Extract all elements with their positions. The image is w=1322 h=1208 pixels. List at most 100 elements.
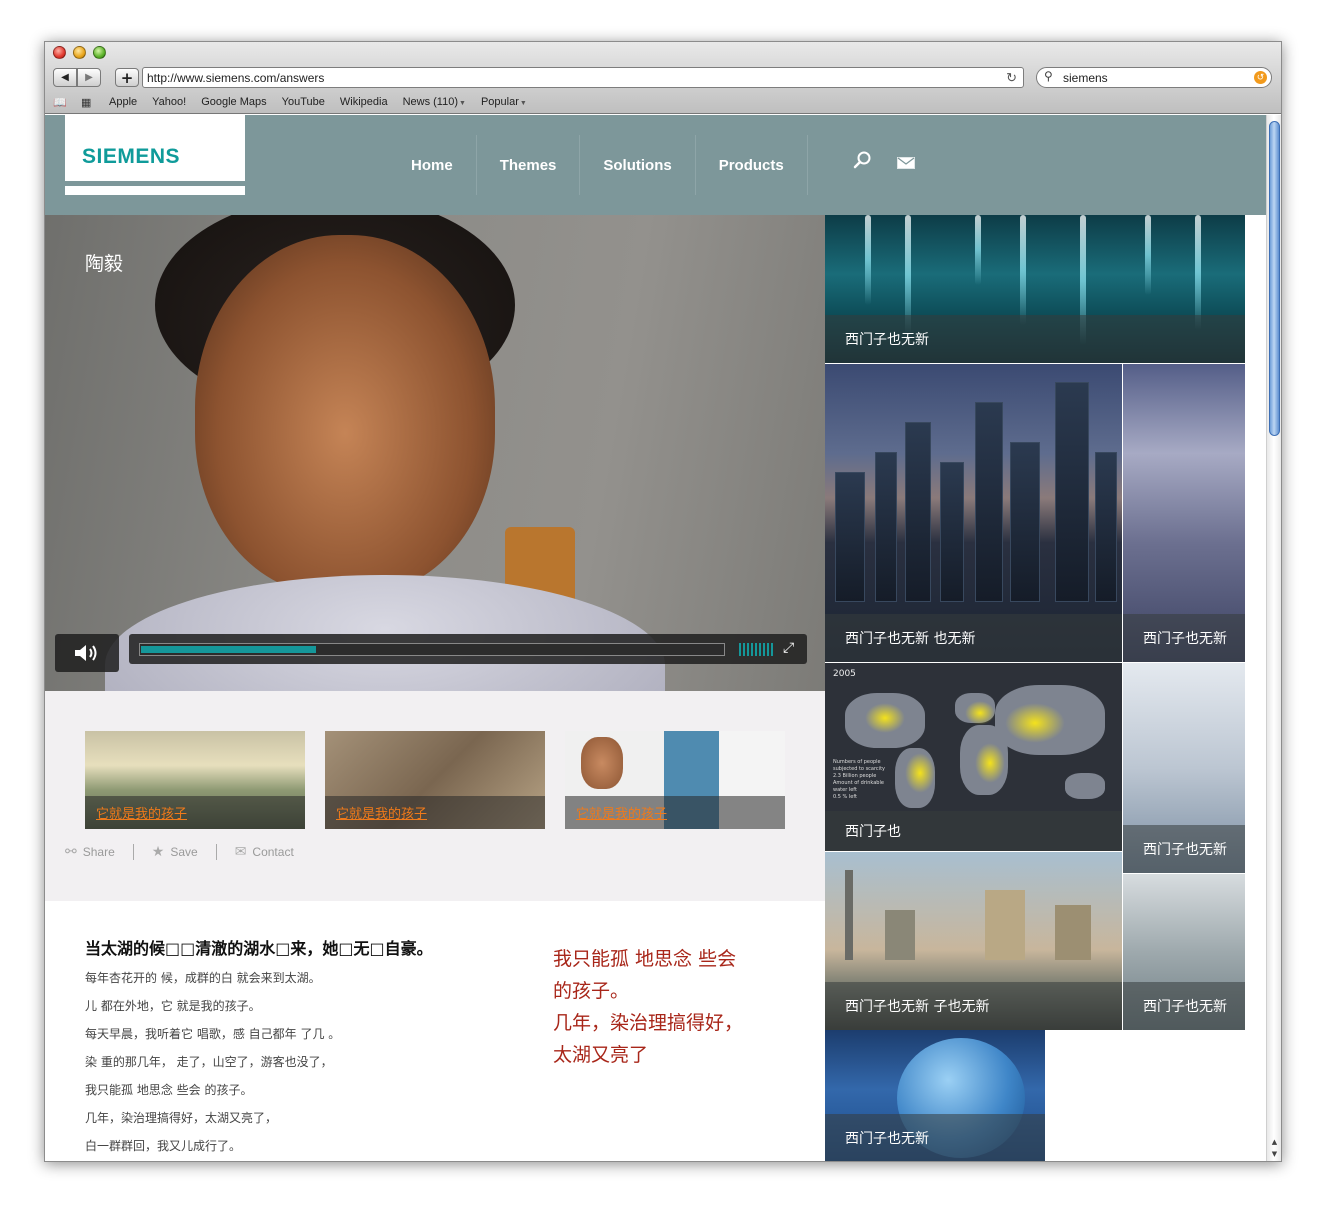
tile-singapore-skyline[interactable]: 西门子也无新 也无新 — [825, 364, 1122, 662]
quote-line: 太湖又亮了 — [553, 1044, 649, 1066]
water-drop — [975, 215, 981, 285]
hero-title: 陶毅 — [85, 253, 124, 275]
share-button[interactable]: ⚯ Share — [65, 843, 115, 860]
browser-window: ◀ ▶ + http://www.siemens.com/answers ↻ ⚲… — [44, 41, 1282, 1162]
article-line: 我只能孤 地思念 些会 的孩子。 — [85, 1083, 253, 1097]
bookmarks-bar: 📖 ▦ Apple Yahoo! Google Maps YouTube Wik… — [53, 93, 542, 111]
volume-level-indicator[interactable] — [739, 643, 773, 656]
search-field[interactable]: ⚲ siemens ↺ — [1036, 67, 1272, 88]
fullscreen-icon[interactable]: ⤢ — [783, 640, 794, 656]
star-icon: ★ — [151, 843, 165, 859]
progress-track[interactable] — [139, 643, 725, 656]
building — [1010, 442, 1040, 602]
map-year: 2005 — [833, 669, 856, 679]
legend-line: 2.3 Billion people — [833, 773, 877, 779]
portrait-shirt — [105, 575, 665, 691]
tile-label: 西门子也无新 — [1123, 825, 1245, 873]
article-line: 每天早晨，我听着它 唱歌，感 自己都年 了几 。 — [85, 1027, 341, 1041]
quote-line: 的孩子。 — [553, 980, 630, 1002]
forward-button[interactable]: ▶ — [77, 68, 101, 87]
forward-arrow-icon: ▶ — [85, 72, 93, 83]
grid-icon[interactable]: ▦ — [81, 96, 99, 109]
bookmark-wikipedia[interactable]: Wikipedia — [340, 96, 388, 108]
heat-spot — [1005, 703, 1065, 743]
nav-solutions[interactable]: Solutions — [580, 135, 696, 195]
tile-treatment-tanks[interactable]: 西门子也无新 — [1123, 874, 1245, 1030]
close-window-button[interactable] — [53, 46, 66, 59]
back-button[interactable]: ◀ — [53, 68, 77, 87]
landmass-australia — [1065, 773, 1105, 799]
plus-icon: + — [120, 68, 134, 87]
scroll-down-arrow-icon[interactable]: ▼ — [1267, 1148, 1281, 1160]
tile-label: 西门子也无新 子也无新 — [825, 982, 1122, 1030]
nav-home[interactable]: Home — [388, 135, 477, 195]
tile-label: 西门子也无新 — [1123, 614, 1245, 662]
tile-pressure-tank[interactable]: 西门子也无新 — [825, 1030, 1045, 1161]
progress-bar-container: ⤢ — [129, 634, 807, 664]
tile-water[interactable]: 西门子也无新 — [825, 215, 1245, 363]
bookmark-apple[interactable]: Apple — [109, 96, 137, 108]
water-drop — [1195, 215, 1201, 330]
site-header: SIEMENS Home Themes Solutions Products — [45, 115, 1267, 215]
thumbnail-link[interactable]: 它就是我的孩子 — [85, 796, 305, 829]
article-body: 当太湖的候□□清澈的湖水□来，她□无□自豪。 每年杏花开的 候，成群的白 就会来… — [45, 901, 825, 1161]
thumbnail-farmers[interactable]: 它就是我的孩子 — [325, 731, 545, 829]
vertical-scrollbar[interactable]: ▲ ▼ — [1266, 115, 1281, 1161]
progress-fill — [141, 646, 317, 653]
bookmark-youtube[interactable]: YouTube — [282, 96, 325, 108]
thumbnail-man-portrait[interactable]: 它就是我的孩子 — [565, 731, 785, 829]
mail-icon[interactable] — [897, 154, 915, 173]
building — [940, 462, 964, 602]
thumbnail-link[interactable]: 它就是我的孩子 — [565, 796, 785, 829]
tile-shanghai-skyline[interactable]: 西门子也无新 子也无新 — [825, 852, 1122, 1030]
address-bar[interactable]: http://www.siemens.com/answers ↻ — [142, 67, 1024, 88]
chevron-down-icon: ▼ — [459, 100, 466, 107]
mail-icon: ✉ — [234, 843, 247, 859]
quote-line: 几年，染治理搞得好， — [553, 1012, 744, 1034]
search-icon[interactable] — [852, 150, 872, 174]
article-title: 当太湖的候□□清澈的湖水□来，她□无□自豪。 — [85, 939, 433, 958]
zoom-window-button[interactable] — [93, 46, 106, 59]
hero-video[interactable]: 陶毅 ⤢ — [45, 215, 825, 691]
add-bookmark-button[interactable]: + — [115, 68, 139, 87]
building — [1055, 905, 1091, 960]
thumbnail-link[interactable]: 它就是我的孩子 — [325, 796, 545, 829]
thumbnail-lotus-lake[interactable]: 它就是我的孩子 — [85, 731, 305, 829]
bookmark-google-maps[interactable]: Google Maps — [201, 96, 266, 108]
scrollbar-thumb[interactable] — [1269, 121, 1280, 436]
heat-spot — [905, 753, 935, 793]
back-arrow-icon: ◀ — [61, 72, 69, 83]
snapback-icon[interactable]: ↺ — [1254, 71, 1267, 84]
article-line: 染 重的那几年， 走了，山空了，游客也没了， — [85, 1055, 333, 1069]
save-label: Save — [170, 844, 198, 859]
tile-label: 西门子也无新 — [825, 1114, 1045, 1161]
search-value: siemens — [1063, 71, 1108, 85]
save-button[interactable]: ★ Save — [152, 843, 198, 860]
chevron-down-icon: ▼ — [519, 100, 527, 107]
building — [905, 422, 931, 602]
nav-themes[interactable]: Themes — [477, 135, 581, 195]
building — [1055, 382, 1089, 602]
web-page: SIEMENS Home Themes Solutions Products 陶… — [45, 115, 1267, 1161]
building — [885, 910, 915, 960]
bookmark-news[interactable]: News (110)▼ — [403, 96, 466, 108]
volume-button[interactable] — [55, 634, 119, 672]
contact-button[interactable]: ✉ Contact — [235, 843, 294, 860]
tile-industrial-plant[interactable]: 西门子也无新 — [1123, 364, 1245, 662]
bookmark-popular[interactable]: Popular▼ — [481, 96, 527, 108]
tile-world-map[interactable]: 2005 Numbers of people subjected to scar… — [825, 663, 1122, 851]
scroll-up-arrow-icon[interactable]: ▲ — [1267, 1136, 1281, 1148]
reload-icon[interactable]: ↻ — [1006, 70, 1017, 86]
building — [985, 890, 1025, 960]
building — [1095, 452, 1117, 602]
divider — [215, 843, 217, 860]
nav-products[interactable]: Products — [696, 135, 808, 195]
minimize-window-button[interactable] — [73, 46, 86, 59]
legend-line: Amount of drinkable water left — [833, 780, 884, 793]
portrait-head — [581, 737, 623, 789]
bookmark-yahoo[interactable]: Yahoo! — [152, 96, 186, 108]
building — [975, 402, 1003, 602]
article-line: 几年，染治理搞得好，太湖又亮了， — [85, 1111, 278, 1125]
tile-machine-cutaway[interactable]: 西门子也无新 — [1123, 663, 1245, 873]
book-icon[interactable]: 📖 — [53, 96, 71, 109]
